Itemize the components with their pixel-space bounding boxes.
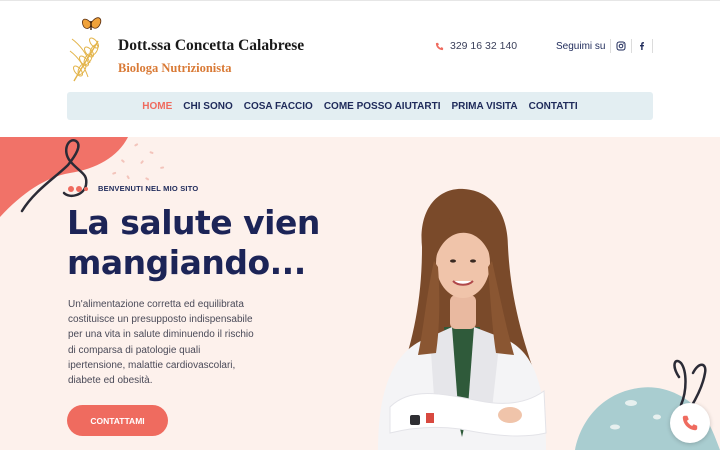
contact-me-button[interactable]: CONTATTAMI xyxy=(67,405,168,436)
nav-item-chi-sono[interactable]: CHI SONO xyxy=(183,101,232,112)
nutritionist-portrait xyxy=(378,188,547,450)
nav-item-come-posso-aiutarti[interactable]: COME POSSO AIUTARTI xyxy=(324,101,441,112)
facebook-icon[interactable] xyxy=(637,41,647,51)
divider xyxy=(610,39,612,53)
divider xyxy=(652,39,654,53)
dot xyxy=(76,185,82,192)
hero-section: BENVENUTI NEL MIO SITO La salute vien ma… xyxy=(0,137,720,450)
hero-tagline: BENVENUTI NEL MIO SITO xyxy=(68,184,198,193)
brand-subtitle: Biologa Nutrizionista xyxy=(118,61,232,75)
tagline-text: BENVENUTI NEL MIO SITO xyxy=(98,184,199,193)
nav-item-contatti[interactable]: CONTATTI xyxy=(529,101,578,112)
tagline-dots xyxy=(68,185,88,192)
nav-item-cosa-faccio[interactable]: COSA FACCIO xyxy=(244,101,313,112)
phone-icon xyxy=(682,415,698,431)
wheat-butterfly-logo-icon xyxy=(69,17,102,82)
phone-number: 329 16 32 140 xyxy=(450,40,518,52)
site-header: Dott.ssa Concetta Calabrese Biologa Nutr… xyxy=(0,0,720,137)
dot xyxy=(68,185,74,192)
hero-description: Un'alimentazione corretta ed equilibrata… xyxy=(68,299,254,387)
nav-item-prima-visita[interactable]: PRIMA VISITA xyxy=(452,101,518,112)
hero-headline: La salute vien mangiando... xyxy=(67,203,320,282)
divider xyxy=(631,39,633,53)
dot xyxy=(84,186,88,191)
brand-name: Dott.ssa Concetta Calabrese xyxy=(118,37,305,54)
main-nav: HOME CHI SONO COSA FACCIO COME POSSO AIU… xyxy=(67,92,653,120)
instagram-icon[interactable] xyxy=(616,41,626,51)
logo[interactable]: Dott.ssa Concetta Calabrese Biologa Nutr… xyxy=(68,11,318,83)
nav-item-home[interactable]: HOME xyxy=(142,101,172,112)
follow-label: Seguimi su xyxy=(556,40,606,52)
social-links: Seguimi su xyxy=(556,39,658,53)
phone-icon xyxy=(435,42,444,50)
phone-contact[interactable]: 329 16 32 140 xyxy=(435,40,517,52)
call-button[interactable] xyxy=(670,403,710,443)
